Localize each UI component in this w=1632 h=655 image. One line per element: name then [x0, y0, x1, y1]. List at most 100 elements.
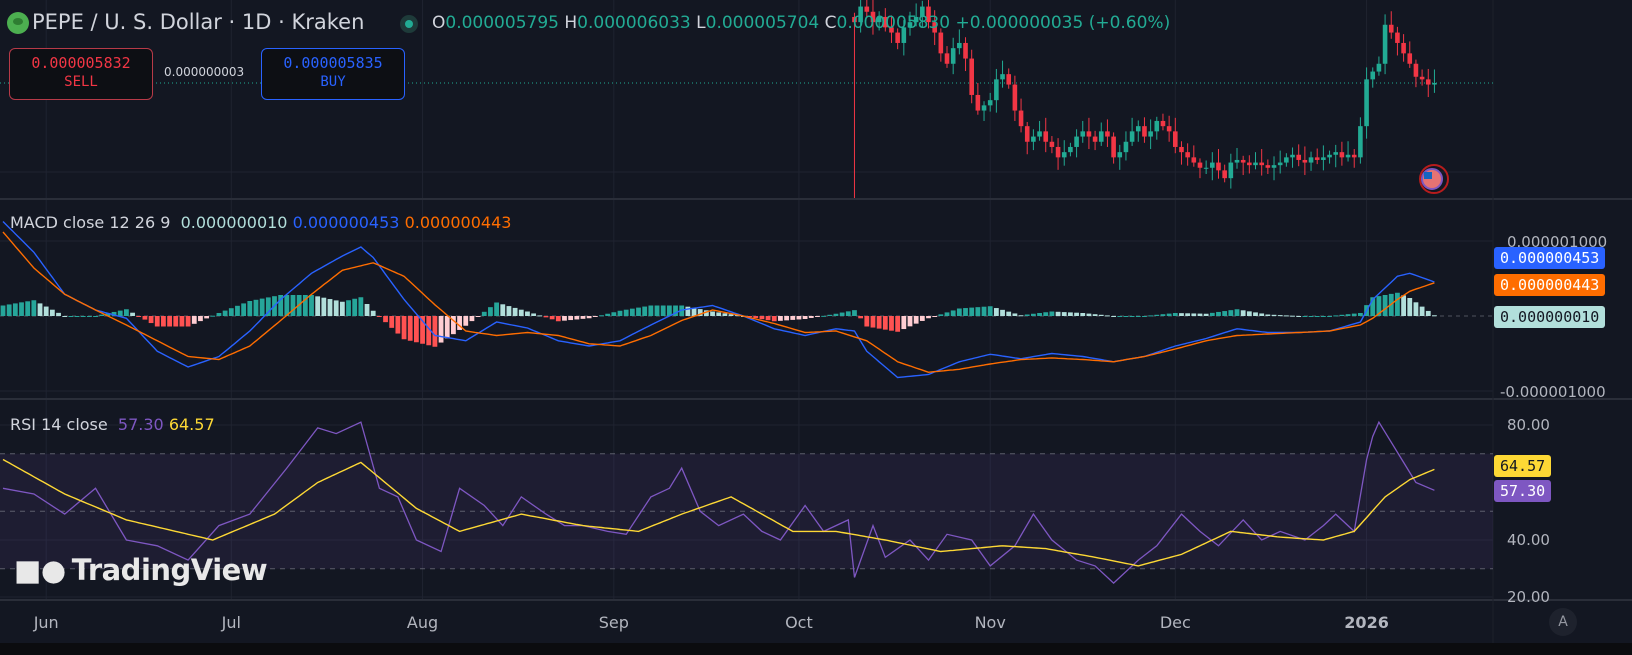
macd-histogram-bar: [1148, 315, 1154, 317]
macd-histogram-bar: [833, 313, 839, 316]
buy-price: 0.000005835: [283, 54, 383, 72]
rsi-legend[interactable]: RSI 14 close 57.30 64.57: [10, 415, 215, 434]
macd-histogram-bar: [1092, 314, 1098, 316]
macd-line: [2, 221, 1435, 379]
macd-histogram-bar: [1339, 314, 1345, 316]
rsi-badge: 57.30: [1494, 480, 1552, 502]
macd-histogram-bar: [370, 310, 376, 316]
macd-histogram-bar: [19, 302, 24, 316]
macd-histogram-bar: [1425, 310, 1431, 316]
pepe-logo-icon: [7, 12, 29, 34]
candle-body: [1277, 162, 1283, 166]
candle-body: [1333, 152, 1339, 155]
macd-histogram-bar: [1228, 310, 1234, 316]
macd-histogram-bar: [247, 301, 253, 316]
macd-histogram-bar: [839, 312, 845, 316]
macd-histogram-bar: [37, 303, 43, 316]
macd-histogram-bar: [191, 316, 197, 324]
macd-histogram-bar: [284, 295, 290, 316]
macd-histogram-bar: [1098, 314, 1104, 316]
macd-legend-name: MACD close 12 26 9: [10, 213, 171, 232]
macd-histogram-bar: [562, 316, 567, 321]
candle-body: [1074, 136, 1079, 147]
symbol-title[interactable]: PEPE / U. S. Dollar · 1D · Kraken: [32, 10, 364, 34]
macd-histogram-bar: [488, 307, 493, 316]
macd-histogram-bar: [654, 305, 660, 316]
macd-histogram-bar: [1055, 311, 1061, 316]
macd-histogram-bar: [685, 306, 691, 316]
macd-histogram-bar: [932, 316, 938, 317]
signal-badge: 0.000000443: [1494, 274, 1606, 296]
macd-histogram-bar: [1419, 306, 1425, 316]
macd-histogram-bar: [636, 307, 641, 316]
macd-histogram-bar: [611, 312, 617, 316]
macd-histogram-bar: [376, 316, 382, 317]
macd-histogram-bar: [352, 298, 358, 316]
macd-histogram-bar: [25, 301, 31, 316]
candle-body: [1240, 159, 1246, 163]
macd-histogram-bar: [1135, 316, 1141, 317]
candle-body: [1105, 131, 1110, 137]
candle-body: [1154, 120, 1160, 132]
macd-histogram-bar: [956, 308, 962, 316]
macd-histogram-bar: [1012, 313, 1018, 316]
time-axis-label: Jun: [33, 613, 59, 632]
candle-body: [1388, 24, 1394, 33]
watermark-text: TradingView: [71, 553, 268, 587]
candle-body: [994, 79, 999, 101]
macd-histogram-bar: [889, 316, 894, 331]
rsi-legend-name: RSI 14 close: [10, 415, 108, 434]
sell-button[interactable]: 0.000005832 SELL: [9, 48, 153, 100]
macd-histogram-bar: [975, 307, 981, 316]
candle-body: [1098, 131, 1104, 142]
bottom-bar: [0, 643, 1632, 655]
candle-body: [1284, 157, 1289, 163]
macd-histogram-bar: [1105, 315, 1110, 317]
buy-button[interactable]: 0.000005835 BUY: [261, 48, 405, 100]
macd-histogram-bar: [1024, 314, 1030, 316]
macd-histogram-bar: [1043, 312, 1049, 316]
macd-histogram-bar: [56, 312, 61, 316]
macd-histogram-bar: [161, 316, 166, 327]
candle-body: [1129, 131, 1135, 142]
rsi-ma-value: 64.57: [168, 415, 215, 434]
candle-body: [1314, 157, 1320, 160]
macd-histogram-bar: [148, 316, 154, 324]
candle-body: [1166, 126, 1172, 132]
candle-body: [1413, 63, 1419, 77]
macd-histogram-bar: [253, 299, 259, 316]
macd-histogram-bar: [1129, 316, 1135, 317]
candle-body: [1432, 83, 1437, 85]
time-axis-label: 2026: [1344, 613, 1389, 632]
macd-histogram-bar: [1358, 313, 1363, 316]
macd-histogram-bar: [1123, 316, 1129, 317]
candle-body: [1179, 146, 1184, 153]
macd-histogram-bar: [1395, 292, 1400, 316]
auto-scale-button[interactable]: A: [1549, 608, 1577, 636]
macd-histogram-bar: [938, 314, 944, 316]
candle-body: [1351, 154, 1357, 158]
candle-body: [1037, 131, 1042, 137]
candle-body: [1092, 136, 1098, 142]
candle-body: [864, 6, 870, 12]
macd-histogram-bar: [525, 311, 530, 316]
signal-line: [2, 231, 1435, 374]
candle-body: [1327, 154, 1332, 158]
macd-legend[interactable]: MACD close 12 26 9 0.000000010 0.0000004…: [10, 213, 511, 232]
macd-histogram-bar: [130, 312, 135, 316]
candle-body: [1290, 154, 1295, 158]
candle-body: [1265, 165, 1271, 168]
macd-histogram-bar: [568, 316, 574, 321]
sell-label: SELL: [64, 74, 98, 90]
candle-body: [1271, 165, 1277, 168]
sell-price: 0.000005832: [31, 54, 131, 72]
candle-body: [1006, 74, 1012, 85]
market-open-status-icon: [400, 15, 418, 33]
macd-histogram-bar: [1080, 313, 1086, 316]
macd-histogram-bar: [1240, 310, 1246, 316]
open-label: O: [432, 13, 446, 33]
macd-histogram-bar: [1191, 313, 1197, 316]
close-label: C: [824, 13, 837, 33]
macd-histogram-bar: [1259, 313, 1265, 316]
macd-histogram-bar: [913, 316, 919, 324]
